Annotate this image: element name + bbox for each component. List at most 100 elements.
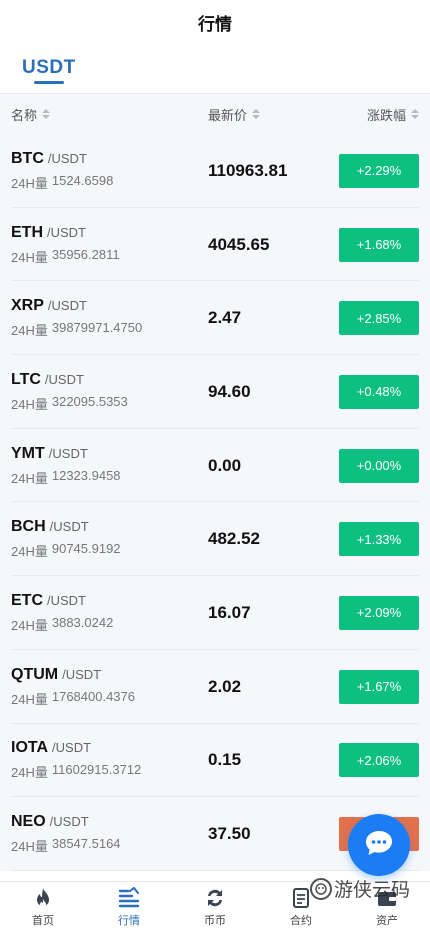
coin-symbol: NEO	[11, 813, 46, 831]
column-price-label: 最新价	[208, 107, 248, 123]
tab-market-label: 行情	[118, 915, 140, 927]
last-price: 16.07	[208, 602, 251, 622]
quote-currency: /USDT	[52, 740, 92, 756]
volume-label: 24H量	[11, 617, 48, 633]
column-change-label: 涨跌幅	[366, 107, 406, 123]
sort-by-name[interactable]: 名称	[11, 105, 208, 124]
chat-button[interactable]	[348, 814, 410, 876]
volume-value: 39879971.4750	[51, 320, 143, 336]
change-badge: +2.29%	[339, 153, 419, 188]
tab-exchange-label: 币币	[204, 915, 226, 927]
market-row-iota[interactable]: IOTA/USDT 24H量 11602915.3712 0.15 +2.06%	[0, 724, 430, 798]
change-badge: +1.67%	[339, 669, 419, 704]
tab-assets-label: 资产	[376, 915, 398, 927]
volume-label: 24H量	[11, 249, 48, 265]
coin-symbol: XRP	[11, 297, 44, 315]
quote-currency: /USDT	[49, 814, 89, 830]
coin-symbol: YMT	[11, 444, 45, 462]
coin-symbol: ETH	[11, 223, 43, 241]
change-badge: +0.48%	[339, 374, 419, 409]
coin-symbol: IOTA	[11, 739, 49, 757]
change-badge: +1.33%	[339, 522, 419, 557]
volume-label: 24H量	[11, 323, 48, 339]
coin-symbol: BCH	[11, 518, 46, 536]
volume-value: 11602915.3712	[51, 762, 142, 778]
page-title: 行情	[198, 14, 232, 34]
quote-currency: /USDT	[48, 445, 88, 461]
tab-market[interactable]: 行情	[86, 882, 172, 932]
last-price: 2.47	[208, 308, 242, 328]
volume-value: 35956.2811	[51, 246, 120, 262]
market-row-etc[interactable]: ETC/USDT 24H量 3883.0242 16.07 +2.09%	[0, 576, 430, 650]
change-badge: +0.00%	[339, 448, 419, 483]
market-row-qtum[interactable]: QTUM/USDT 24H量 1768400.4376 2.02 +1.67%	[0, 650, 430, 724]
tab-contract-label: 合约	[290, 915, 312, 927]
volume-label: 24H量	[11, 839, 48, 855]
last-price: 0.15	[208, 750, 242, 770]
watermark: 游侠云码	[309, 875, 410, 902]
column-header: 名称 最新价 涨跌幅	[0, 94, 430, 134]
active-tab-indicator	[34, 81, 64, 84]
sort-icon	[252, 109, 261, 119]
volume-label: 24H量	[11, 470, 48, 486]
volume-value: 322095.5353	[51, 393, 128, 409]
tab-usdt-label: USDT	[22, 57, 76, 78]
tab-usdt[interactable]: USDT	[22, 57, 76, 93]
sort-icon	[411, 109, 419, 119]
volume-label: 24H量	[11, 396, 48, 412]
top-header: 行情	[0, 0, 430, 44]
volume-value: 12323.9458	[51, 467, 121, 483]
quote-currency: /USDT	[62, 666, 102, 682]
last-price: 4045.65	[208, 234, 270, 254]
tab-home[interactable]: 首页	[0, 882, 86, 932]
last-price: 37.50	[208, 824, 251, 844]
coin-symbol: LTC	[11, 370, 41, 388]
volume-value: 38547.5164	[51, 836, 121, 852]
quote-currency: /USDT	[47, 224, 86, 240]
chat-icon	[364, 829, 394, 862]
market-row-xrp[interactable]: XRP/USDT 24H量 39879971.4750 2.47 +2.85%	[0, 281, 430, 355]
volume-value: 90745.9192	[51, 541, 121, 557]
volume-label: 24H量	[11, 175, 48, 191]
tab-home-label: 首页	[32, 915, 54, 927]
quote-currency: /USDT	[47, 298, 87, 314]
last-price: 482.52	[208, 529, 260, 549]
volume-value: 3883.0242	[51, 614, 114, 630]
exchange-icon	[204, 886, 226, 910]
volume-label: 24H量	[11, 765, 48, 781]
last-price: 94.60	[208, 381, 251, 401]
coin-symbol: BTC	[11, 149, 44, 167]
change-badge: +2.06%	[339, 743, 419, 778]
volume-value: 1768400.4376	[51, 688, 136, 704]
contract-icon	[291, 886, 311, 910]
last-price: 2.02	[208, 676, 242, 696]
volume-label: 24H量	[11, 691, 48, 707]
coin-symbol: ETC	[11, 591, 43, 609]
sort-by-change[interactable]: 涨跌幅	[367, 105, 419, 124]
quote-currency: /USDT	[49, 519, 89, 535]
volume-value: 1524.6598	[51, 172, 114, 188]
column-name-label: 名称	[11, 107, 38, 123]
market-row-eth[interactable]: ETH/USDT 24H量 35956.2811 4045.65 +1.68%	[0, 208, 430, 282]
market-icon	[117, 886, 141, 910]
market-row-ymt[interactable]: YMT/USDT 24H量 12323.9458 0.00 +0.00%	[0, 429, 430, 503]
quote-currency: /USDT	[47, 150, 87, 166]
change-badge: +2.85%	[339, 301, 419, 336]
watermark-text: 游侠云码	[333, 880, 410, 901]
volume-label: 24H量	[11, 544, 48, 560]
last-price: 0.00	[208, 455, 242, 475]
coin-symbol: QTUM	[11, 665, 59, 683]
sort-by-price[interactable]: 最新价	[208, 105, 367, 124]
market-list: BTC/USDT 24H量 1524.6598 110963.81 +2.29% …	[0, 134, 430, 871]
tab-exchange[interactable]: 币币	[172, 882, 258, 932]
flame-icon	[33, 886, 53, 910]
change-badge: +2.09%	[339, 595, 419, 630]
quote-currency: /USDT	[47, 592, 86, 608]
market-row-ltc[interactable]: LTC/USDT 24H量 322095.5353 94.60 +0.48%	[0, 355, 430, 429]
market-row-bch[interactable]: BCH/USDT 24H量 90745.9192 482.52 +1.33%	[0, 502, 430, 576]
watermark-logo-icon	[309, 877, 332, 900]
last-price: 110963.81	[208, 160, 288, 180]
market-row-btc[interactable]: BTC/USDT 24H量 1524.6598 110963.81 +2.29%	[0, 134, 430, 208]
change-badge: +1.68%	[339, 227, 419, 262]
quote-currency: /USDT	[44, 371, 84, 387]
